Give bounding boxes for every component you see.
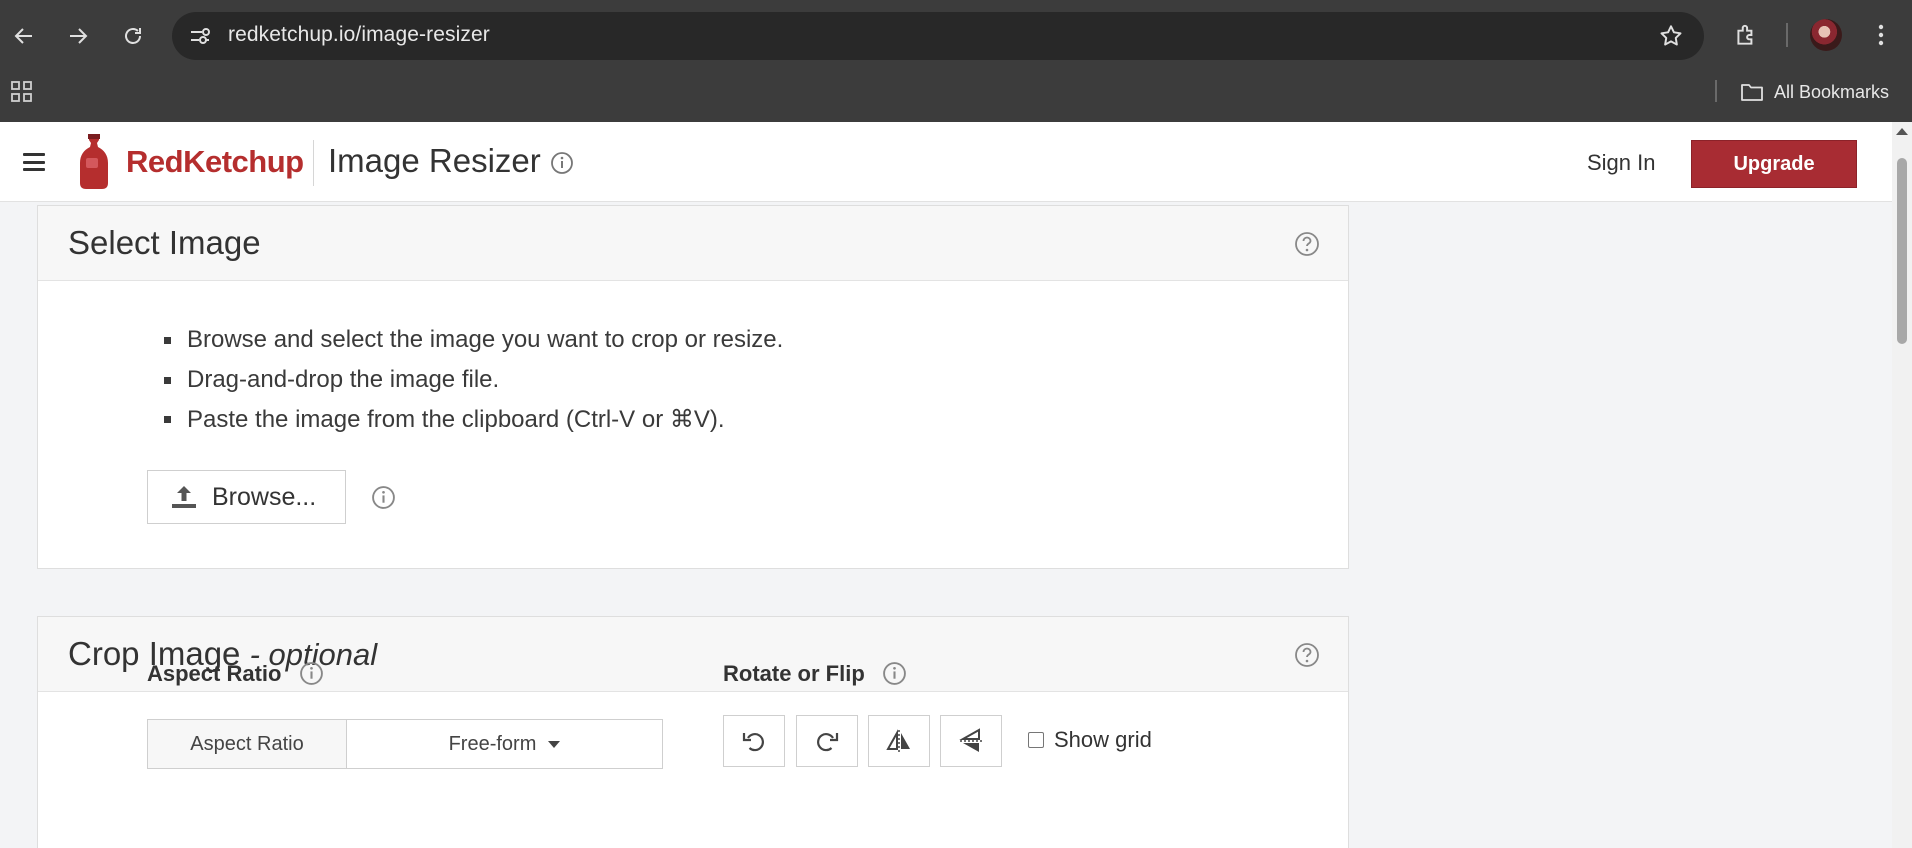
forward-icon bbox=[70, 28, 88, 44]
folder-icon bbox=[1741, 84, 1763, 101]
rotate-right-button[interactable] bbox=[796, 715, 858, 767]
back-button[interactable] bbox=[4, 16, 44, 56]
browser-chrome: redketchup.io/image-resizer All Bookmark… bbox=[0, 0, 1912, 122]
page-title: Image Resizer bbox=[328, 142, 541, 179]
aspect-ratio-heading: Aspect Ratio bbox=[147, 661, 282, 686]
sign-in-link[interactable]: Sign In bbox=[1587, 150, 1656, 176]
rotate-left-icon bbox=[742, 733, 764, 752]
show-grid-label: Show grid bbox=[1054, 727, 1152, 752]
info-icon[interactable] bbox=[882, 661, 907, 686]
flip-horizontal-icon bbox=[886, 729, 910, 752]
ketchup-logo-icon[interactable] bbox=[76, 132, 112, 190]
browser-toolbar: redketchup.io/image-resizer bbox=[0, 0, 1912, 70]
extensions-button[interactable] bbox=[1731, 20, 1761, 50]
reload-button[interactable] bbox=[113, 16, 153, 56]
help-icon[interactable] bbox=[1294, 642, 1320, 668]
select-image-card-header: Select Image bbox=[38, 206, 1348, 281]
show-grid-checkbox[interactable] bbox=[1028, 732, 1044, 748]
aspect-ratio-dropdown[interactable]: Free-form bbox=[347, 720, 662, 768]
star-icon[interactable] bbox=[1658, 23, 1684, 49]
header-divider bbox=[313, 140, 314, 186]
scroll-thumb[interactable] bbox=[1897, 158, 1907, 344]
all-bookmarks-label: All Bookmarks bbox=[1774, 81, 1890, 102]
reload-icon bbox=[125, 28, 141, 44]
list-item: Paste the image from the clipboard (Ctrl… bbox=[163, 405, 783, 445]
rotate-left-button[interactable] bbox=[723, 715, 785, 767]
chevron-down-icon bbox=[548, 740, 561, 748]
page-scrollbar[interactable] bbox=[1892, 122, 1912, 848]
browse-label: Browse... bbox=[212, 482, 317, 511]
flip-vertical-button[interactable] bbox=[940, 715, 1002, 767]
address-bar[interactable]: redketchup.io/image-resizer bbox=[172, 12, 1704, 60]
profile-avatar[interactable] bbox=[1810, 19, 1842, 51]
upload-icon bbox=[172, 486, 196, 508]
list-item: Drag-and-drop the image file. bbox=[163, 366, 783, 406]
menu-icon[interactable] bbox=[23, 153, 45, 171]
extensions-icon bbox=[1737, 24, 1753, 45]
bookmarks-separator bbox=[1715, 80, 1717, 102]
url-text[interactable]: redketchup.io/image-resizer bbox=[228, 23, 490, 47]
aspect-ratio-label: Aspect Ratio bbox=[148, 720, 347, 768]
site-header: RedKetchup Image Resizer Sign In Upgrade bbox=[0, 122, 1892, 202]
flip-vertical-icon bbox=[959, 728, 982, 752]
select-image-card: Select Image Browse and select the image… bbox=[37, 205, 1349, 569]
forward-button[interactable] bbox=[58, 16, 98, 56]
info-icon[interactable] bbox=[550, 151, 574, 175]
browse-button[interactable]: Browse... bbox=[147, 470, 346, 524]
back-icon bbox=[14, 28, 32, 44]
upgrade-button[interactable]: Upgrade bbox=[1691, 140, 1857, 188]
aspect-ratio-value: Free-form bbox=[448, 732, 537, 755]
list-item: Browse and select the image you want to … bbox=[163, 326, 783, 366]
select-image-title: Select Image bbox=[68, 224, 261, 261]
flip-horizontal-button[interactable] bbox=[868, 715, 930, 767]
info-icon[interactable] bbox=[371, 485, 396, 510]
page-viewport: RedKetchup Image Resizer Sign In Upgrade… bbox=[0, 122, 1892, 848]
more-button[interactable] bbox=[1866, 20, 1896, 50]
apps-icon[interactable] bbox=[10, 80, 34, 104]
all-bookmarks-button[interactable]: All Bookmarks bbox=[1740, 79, 1889, 105]
crop-image-card: Crop Image - optional Aspect Ratio Aspec… bbox=[37, 616, 1349, 848]
rotate-flip-heading: Rotate or Flip bbox=[723, 661, 865, 686]
rotate-right-icon bbox=[817, 733, 839, 752]
more-icon bbox=[1878, 24, 1884, 46]
aspect-ratio-control: Aspect Ratio Free-form bbox=[147, 719, 663, 769]
toolbar-separator bbox=[1786, 23, 1788, 47]
instructions-list: Browse and select the image you want to … bbox=[163, 326, 783, 445]
help-icon[interactable] bbox=[1294, 231, 1320, 257]
bookmarks-bar: All Bookmarks bbox=[0, 70, 1912, 122]
scroll-up-arrow[interactable] bbox=[1896, 128, 1908, 135]
info-icon[interactable] bbox=[299, 661, 324, 686]
site-info-icon[interactable] bbox=[188, 24, 212, 48]
show-grid-toggle[interactable]: Show grid bbox=[1028, 727, 1152, 753]
brand-name[interactable]: RedKetchup bbox=[126, 144, 304, 180]
